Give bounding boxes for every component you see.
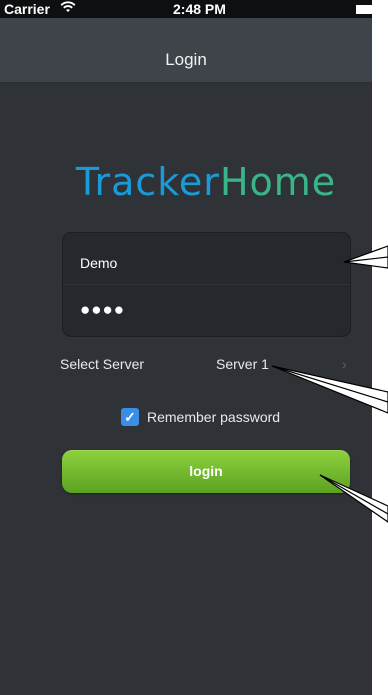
app-logo: TrackerHome <box>0 160 372 204</box>
status-time: 2:48 PM <box>173 1 226 17</box>
server-value: Server 1 <box>216 356 269 372</box>
select-server-label: Select Server <box>60 356 145 372</box>
remember-checkbox[interactable]: ✓ <box>121 408 139 426</box>
logo-tracker-text: Tracker <box>75 160 220 204</box>
logo-home-text: Home <box>219 160 337 204</box>
battery-icon <box>356 5 372 14</box>
navigation-bar: Login <box>0 18 372 83</box>
remember-password-label: Remember password <box>147 409 281 425</box>
field-divider <box>63 284 350 285</box>
password-field[interactable]: ●●●● <box>80 296 362 324</box>
wifi-icon <box>60 1 76 16</box>
chevron-right-icon: › <box>342 356 347 372</box>
select-server-row[interactable]: Select Server Server 1 › <box>60 356 360 376</box>
username-field[interactable]: Demo <box>80 249 362 277</box>
page-title: Login <box>165 50 207 69</box>
status-bar: Carrier 2:48 PM <box>0 0 372 18</box>
carrier-label: Carrier <box>4 1 50 17</box>
phone-screen: Carrier 2:48 PM Login TrackerHome Demo ●… <box>0 0 372 695</box>
login-button[interactable]: login <box>62 450 350 493</box>
